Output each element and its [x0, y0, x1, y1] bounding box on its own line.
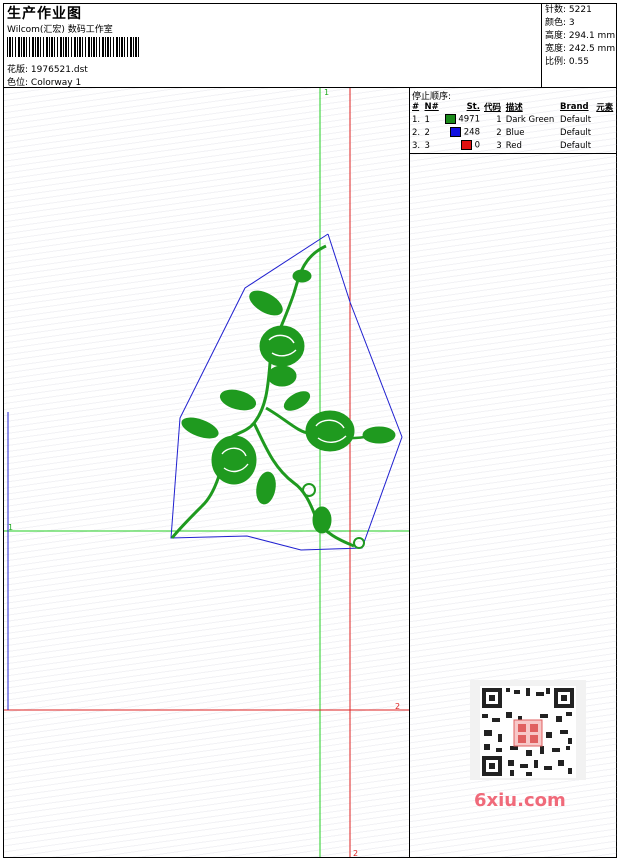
- design-svg: 1 1 2 2: [4, 88, 409, 857]
- table-divider: [410, 153, 616, 154]
- pattern-file: 花版: 1976521.dst: [7, 62, 88, 75]
- guide-label-bottom: 2: [353, 849, 358, 857]
- leaf-7: [312, 506, 332, 534]
- guide-label-left: 1: [8, 523, 13, 532]
- watermark: 6xiu.com: [474, 790, 566, 811]
- pattern-value: 1976521.dst: [30, 65, 88, 75]
- barcode: [7, 37, 140, 57]
- stat-height: 高度: 294.1 mm: [545, 31, 616, 41]
- table-row[interactable]: 3. 3 0 3 Red Default: [410, 139, 616, 152]
- stat-scale: 比例: 0.55: [545, 57, 589, 67]
- rose-left: [211, 435, 257, 485]
- rose-right: [305, 410, 355, 452]
- stat-colors: 颜色: 3: [545, 18, 575, 28]
- leaf-2: [219, 389, 257, 411]
- leaf-6: [256, 471, 276, 505]
- company-name: Wilcom(汇宏) 数码工作室: [7, 25, 113, 35]
- pattern-label: 花版:: [7, 65, 29, 75]
- table-header: # N# St. 代码 描述 Brand 元素: [412, 101, 614, 113]
- design-canvas[interactable]: 1 1 2 2: [4, 88, 409, 857]
- rose-top: [259, 325, 305, 367]
- leaf-1: [249, 290, 283, 316]
- page-title: 生产作业图: [7, 6, 82, 22]
- table-row[interactable]: 2. 2 248 2 Blue Default: [410, 126, 616, 139]
- stats-panel: 针数: 5221 颜色: 3 高度: 294.1 mm 宽度: 242.5 mm…: [541, 3, 617, 88]
- qr-code: [470, 680, 586, 780]
- floral-design[interactable]: [170, 244, 396, 549]
- stop-sequence-table: # N# St. 代码 描述 Brand 元素 1. 1 4971 1 Dark…: [410, 100, 616, 152]
- stat-width: 宽度: 242.5 mm: [545, 44, 616, 54]
- color-swatch-red: [460, 140, 472, 151]
- guide-label-right: 2: [395, 702, 400, 711]
- qr-code-icon: [480, 686, 576, 778]
- stat-stitches: 针数: 5221: [545, 5, 592, 15]
- table-row[interactable]: 1. 1 4971 1 Dark Green Default: [410, 113, 616, 126]
- leaf-3: [283, 391, 311, 411]
- guide-label-top: 1: [324, 88, 329, 97]
- leaf-5: [362, 426, 396, 444]
- color-swatch-blue: [450, 127, 462, 138]
- leaf-4: [181, 417, 219, 439]
- color-swatch-green: [444, 114, 456, 125]
